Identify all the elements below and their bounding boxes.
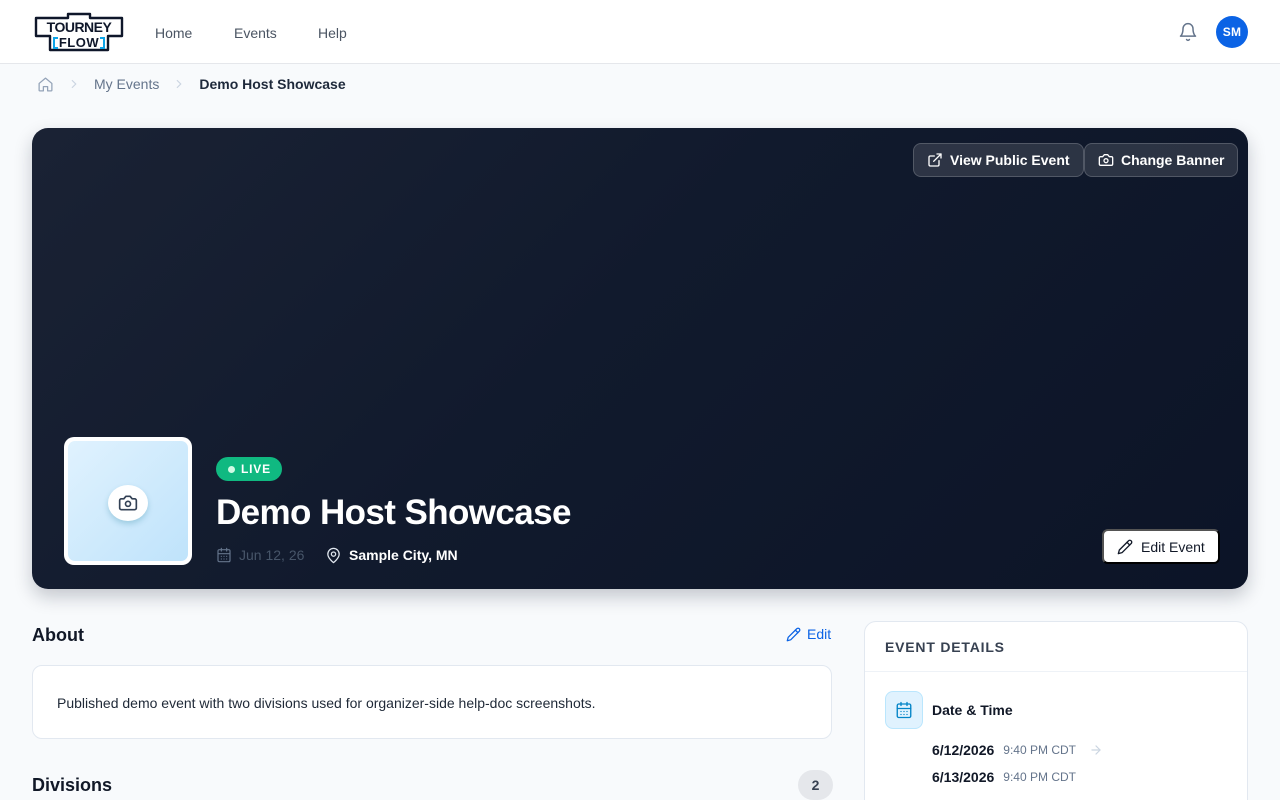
event-location-text: Sample City, MN: [349, 547, 458, 563]
svg-text:FLOW: FLOW: [59, 35, 99, 50]
end-date: 6/13/2026: [932, 769, 995, 785]
event-location: Sample City, MN: [325, 545, 458, 565]
thumbnail-placeholder: [68, 441, 188, 561]
date-time-label: Date & Time: [932, 702, 1013, 718]
about-edit-link[interactable]: Edit: [786, 626, 831, 642]
about-edit-label: Edit: [807, 626, 832, 642]
map-pin-icon: [327, 547, 340, 563]
end-time: 9:40 PM CDT: [1003, 770, 1076, 784]
event-details-header: EVENT DETAILS: [865, 622, 1247, 672]
view-public-event-button[interactable]: View Public Event: [913, 143, 1084, 177]
pencil-icon: [786, 627, 801, 641]
home-icon[interactable]: [37, 76, 54, 93]
divisions-count-badge: 2: [798, 770, 833, 800]
about-heading: About: [32, 625, 84, 645]
chevron-right-icon: [172, 77, 186, 91]
logo-graphic: TOURNEY FLOW: [34, 12, 124, 52]
event-details-heading: EVENT DETAILS: [885, 639, 1005, 655]
breadcrumb-my-events[interactable]: My Events: [94, 76, 159, 92]
arrow-right-icon: [1091, 745, 1101, 755]
camera-icon: [1098, 154, 1114, 166]
event-date-text: Jun 12, 26: [239, 547, 305, 563]
camera-icon: [108, 485, 148, 521]
about-card: Published demo event with two divisions …: [32, 665, 832, 739]
event-date: Jun 12, 26: [216, 545, 304, 565]
start-time: 9:40 PM CDT: [1003, 743, 1076, 757]
pencil-icon: [1117, 539, 1133, 554]
svg-text:TOURNEY: TOURNEY: [47, 19, 113, 35]
divisions-heading: Divisions: [32, 775, 113, 795]
live-dot-icon: [228, 465, 235, 473]
breadcrumb: My Events Demo Host Showcase: [37, 74, 346, 94]
edit-event-button[interactable]: Edit Event: [1102, 529, 1220, 564]
view-public-event-label: View Public Event: [950, 152, 1070, 168]
breadcrumb-current: Demo Host Showcase: [199, 76, 346, 92]
start-date: 6/12/2026: [932, 742, 995, 758]
nav-help[interactable]: Help: [318, 25, 347, 41]
start-datetime: 6/12/2026 9:40 PM CDT: [932, 741, 1103, 759]
edit-event-label: Edit Event: [1141, 538, 1205, 555]
nav-home[interactable]: Home: [155, 25, 192, 41]
status-badge-label: LIVE: [241, 462, 271, 476]
event-details-card: EVENT DETAILS Date & Time 6/12/2026 9:40…: [864, 621, 1248, 800]
user-avatar[interactable]: SM: [1216, 16, 1248, 48]
bell-icon[interactable]: [1178, 22, 1198, 42]
nav-events[interactable]: Events: [234, 25, 277, 41]
end-datetime: 6/13/2026 9:40 PM CDT: [932, 768, 1076, 786]
about-description: Published demo event with two divisions …: [57, 695, 596, 711]
top-navbar: TOURNEY FLOW Home Events Help SM: [0, 0, 1280, 64]
event-thumbnail-upload[interactable]: [64, 437, 192, 565]
external-link-icon: [928, 153, 942, 167]
calendar-icon: [217, 547, 231, 563]
status-badge: LIVE: [216, 457, 282, 481]
change-banner-label: Change Banner: [1121, 152, 1225, 168]
event-hero-banner: View Public Event Change Banner LIVE Dem…: [32, 128, 1248, 589]
event-title: Demo Host Showcase: [216, 493, 571, 532]
calendar-icon: [885, 691, 923, 729]
chevron-right-icon: [67, 77, 81, 91]
change-banner-button[interactable]: Change Banner: [1084, 143, 1239, 177]
tourneyflow-logo[interactable]: TOURNEY FLOW: [34, 12, 124, 52]
